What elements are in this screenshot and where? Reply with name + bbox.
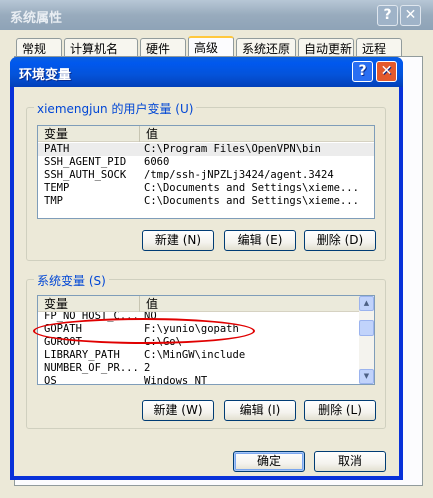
dialog-body: xiemengjun 的用户变量 (U) 变量 值 PATH C:\Progra… bbox=[14, 87, 399, 476]
user-delete-button[interactable]: 删除 (D) bbox=[304, 230, 376, 251]
column-header-value[interactable]: 值 bbox=[140, 126, 374, 142]
column-header-variable[interactable]: 变量 bbox=[38, 126, 140, 142]
close-icon[interactable]: ✕ bbox=[400, 5, 421, 26]
dialog-help-icon[interactable]: ? bbox=[352, 61, 373, 82]
tab-remote[interactable]: 远程 bbox=[356, 38, 402, 56]
user-variables-list[interactable]: 变量 值 PATH C:\Program Files\OpenVPN\bin S… bbox=[37, 125, 375, 219]
table-row[interactable]: TEMP C:\Documents and Settings\xieme... bbox=[38, 182, 374, 195]
environment-variables-titlebar: 环境变量 ? ✕ bbox=[10, 57, 403, 87]
system-properties-title: 系统属性 bbox=[10, 11, 63, 26]
scroll-up-icon[interactable]: ▲ bbox=[359, 296, 374, 311]
tab-advanced[interactable]: 高级 bbox=[188, 36, 234, 57]
user-variables-label: xiemengjun 的用户变量 (U) bbox=[34, 100, 197, 117]
system-delete-button[interactable]: 删除 (L) bbox=[304, 400, 376, 421]
system-new-button[interactable]: 新建 (W) bbox=[142, 400, 214, 421]
column-header-value[interactable]: 值 bbox=[140, 296, 360, 312]
user-new-button[interactable]: 新建 (N) bbox=[142, 230, 214, 251]
system-variables-label: 系统变量 (S) bbox=[34, 272, 109, 289]
environment-variables-dialog: 环境变量 ? ✕ xiemengjun 的用户变量 (U) 变量 值 PATH … bbox=[10, 57, 403, 480]
dialog-close-icon[interactable]: ✕ bbox=[376, 61, 397, 82]
dialog-title: 环境变量 bbox=[19, 68, 72, 83]
cancel-button[interactable]: 取消 bbox=[314, 451, 386, 472]
user-edit-button[interactable]: 编辑 (E) bbox=[224, 230, 296, 251]
scrollbar-thumb[interactable] bbox=[359, 320, 374, 336]
tab-hardware[interactable]: 硬件 bbox=[140, 38, 186, 56]
table-row[interactable]: NUMBER_OF_PR... 2 bbox=[38, 362, 374, 375]
user-list-header: 变量 值 bbox=[38, 126, 374, 142]
table-row[interactable]: SSH_AUTH_SOCK /tmp/ssh-jNPZLj3424/agent.… bbox=[38, 169, 374, 182]
tab-system-restore[interactable]: 系统还原 bbox=[236, 38, 296, 56]
ok-button[interactable]: 确定 bbox=[233, 451, 305, 472]
system-edit-button[interactable]: 编辑 (I) bbox=[224, 400, 296, 421]
scroll-down-icon[interactable]: ▼ bbox=[359, 369, 374, 384]
table-row[interactable]: TMP C:\Documents and Settings\xieme... bbox=[38, 195, 374, 208]
column-header-variable[interactable]: 变量 bbox=[38, 296, 140, 312]
help-icon[interactable]: ? bbox=[377, 5, 398, 26]
gopath-highlight-ellipse bbox=[33, 318, 255, 344]
system-list-header: 变量 值 bbox=[38, 296, 360, 312]
table-row[interactable]: SSH_AGENT_PID 6060 bbox=[38, 156, 374, 169]
system-properties-titlebar: 系统属性 ? ✕ bbox=[0, 0, 433, 30]
system-properties-tabs: 常规 计算机名 硬件 高级 系统还原 自动更新 远程 bbox=[16, 36, 433, 57]
tab-computer-name[interactable]: 计算机名 bbox=[64, 38, 138, 56]
table-row[interactable]: PATH C:\Program Files\OpenVPN\bin bbox=[38, 143, 374, 156]
tab-auto-update[interactable]: 自动更新 bbox=[298, 38, 354, 56]
system-list-scrollbar[interactable]: ▲ ▼ bbox=[359, 296, 374, 384]
tab-general[interactable]: 常规 bbox=[16, 38, 62, 56]
table-row[interactable]: LIBRARY_PATH C:\MinGW\include bbox=[38, 349, 374, 362]
table-row[interactable]: OS Windows_NT bbox=[38, 375, 374, 384]
